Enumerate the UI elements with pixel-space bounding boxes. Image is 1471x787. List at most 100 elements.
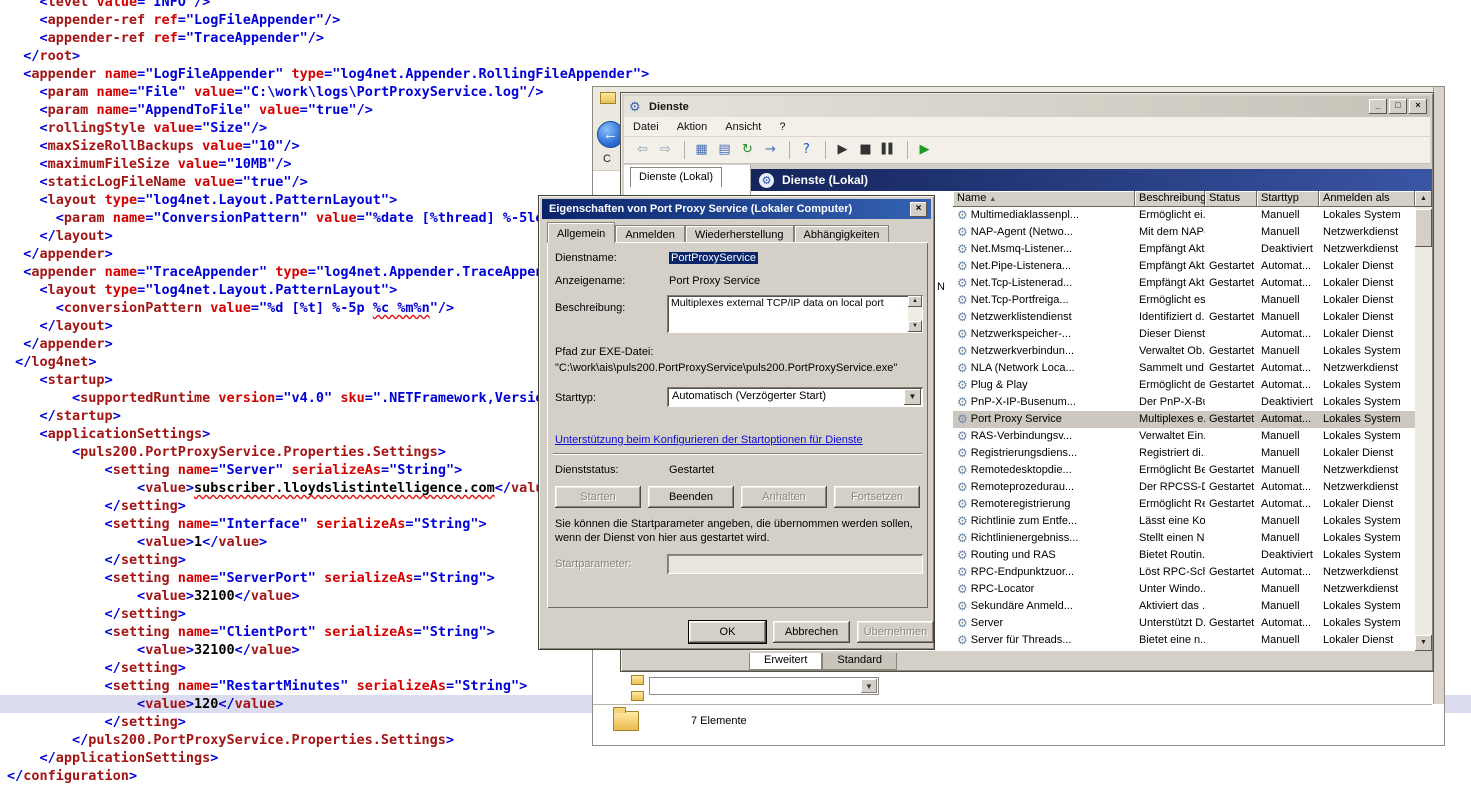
code-line[interactable]: </applicationSettings> [0,749,1471,767]
tab-anmelden[interactable]: Anmelden [615,225,685,243]
tab-dienste-lokal[interactable]: Dienste (Lokal) [630,167,722,187]
service-logon-as: Netzwerkdienst [1319,360,1415,377]
explorer-status-text: 7 Elemente [691,715,747,727]
column-header-starttyp[interactable]: Starttyp [1257,191,1319,207]
address-text-fragment: C [603,153,611,165]
tab-allgemein[interactable]: Allgemein [547,222,615,243]
divider [553,453,922,455]
menu-item[interactable]: ? [770,119,794,135]
service-name: Net.Msmq-Listener... [971,241,1072,258]
service-row[interactable]: ⚙Plug & PlayErmöglicht de...GestartetAut… [953,377,1415,394]
folder-icon [613,711,639,731]
code-line[interactable]: </configuration> [0,767,1471,785]
menu-item[interactable]: Ansicht [716,119,770,135]
ok-button[interactable]: OK [689,621,766,643]
service-description: Verwaltet Ob... [1135,343,1205,360]
service-row[interactable]: ⚙Richtlinie zum Entfe...Lässt eine Ko...… [953,513,1415,530]
service-row[interactable]: ⚙PnP-X-IP-Busenum...Der PnP-X-Bu...Deakt… [953,394,1415,411]
abbrechen-button[interactable]: Abbrechen [773,621,850,643]
code-line[interactable]: <appender-ref ref="LogFileAppender"/> [0,11,1471,29]
service-status: Gestartet [1205,411,1257,428]
service-row[interactable]: ⚙RemoteregistrierungErmöglicht Re...Gest… [953,496,1415,513]
column-header-status[interactable]: Status [1205,191,1257,207]
view-tab-standard[interactable]: Standard [822,653,897,670]
service-row[interactable]: ⚙NetzwerklistendienstIdentifiziert d...G… [953,309,1415,326]
service-row[interactable]: ⚙Remoteprozedurau...Der RPCSS-Di...Gesta… [953,479,1415,496]
forward-icon[interactable]: ⇨ [655,140,676,160]
textbox-scrollbar[interactable]: ▲ ▼ [908,296,922,332]
close-button[interactable]: × [910,202,927,217]
scrollbar-thumb[interactable] [1415,209,1432,247]
back-icon[interactable]: ⇦ [632,140,653,160]
service-row[interactable]: ⚙ServerUnterstützt D...GestartetAutomat.… [953,615,1415,632]
console-window-icon[interactable]: ▦ [691,140,712,160]
export-icon[interactable]: → [760,140,781,160]
starttyp-combobox[interactable]: Automatisch (Verzögerter Start) ▼ [667,387,923,407]
pause-service-icon[interactable]: ▌▌ [878,140,899,160]
close-button[interactable]: × [1409,99,1427,114]
service-row[interactable]: ⚙Server für Threads...Bietet eine n...Ma… [953,632,1415,649]
service-row[interactable]: ⚙Net.Tcp-Portfreiga...Ermöglicht es...Ma… [953,292,1415,309]
tab-abh-ngigkeiten[interactable]: Abhängigkeiten [794,225,890,243]
beenden-button[interactable]: Beenden [648,486,734,508]
service-row[interactable]: ⚙Net.Pipe-Listenera...Empfängt Akt...Ges… [953,258,1415,275]
service-starttype: Manuell [1257,598,1319,615]
start-service-icon[interactable]: ▶ [832,140,853,160]
service-row[interactable]: ⚙NAP-Agent (Netwo...Mit dem NAP-...Manue… [953,224,1415,241]
services-titlebar[interactable]: ⚙ Dienste _□× [624,96,1430,117]
service-description: Identifiziert d... [1135,309,1205,326]
service-row[interactable]: ⚙Netzwerkspeicher-...Dieser Dienst...Aut… [953,326,1415,343]
service-row[interactable]: ⚙RAS-Verbindungsv...Verwaltet Ein...Manu… [953,428,1415,445]
service-row[interactable]: ⚙NLA (Network Loca...Sammelt und ...Gest… [953,360,1415,377]
column-header-name[interactable]: Name▲ [953,191,1135,207]
service-row[interactable]: ⚙Multimediaklassenpl...Ermöglicht ei...M… [953,207,1415,224]
service-row[interactable]: ⚙Net.Msmq-Listener...Empfängt Akt...Deak… [953,241,1415,258]
column-header-anmelden-als[interactable]: Anmelden als [1319,191,1415,207]
vertical-scrollbar[interactable]: ▲ ▼ [1415,191,1432,651]
anzeigename-value: Port Proxy Service [669,275,760,287]
scroll-up-icon[interactable]: ▲ [908,296,922,307]
dropdown-arrow-icon[interactable]: ▼ [904,389,921,405]
refresh-icon[interactable]: ↻ [737,140,758,160]
stop-service-icon[interactable]: ■ [855,140,876,160]
service-row[interactable]: ⚙RPC-Endpunktzuor...Löst RPC-Sch...Gesta… [953,564,1415,581]
service-starttype: Manuell [1257,207,1319,224]
dialog-titlebar[interactable]: Eigenschaften von Port Proxy Service (Lo… [542,199,931,219]
service-row[interactable]: ⚙Remotedesktopdie...Ermöglicht Be...Gest… [953,462,1415,479]
code-line[interactable]: <appender-ref ref="TraceAppender"/> [0,29,1471,47]
service-row[interactable]: ⚙RPC-LocatorUnter Windo...ManuellNetzwer… [953,581,1415,598]
service-description: Ermöglicht de... [1135,377,1205,394]
code-line[interactable]: </root> [0,47,1471,65]
tab-wiederherstellung[interactable]: Wiederherstellung [685,225,794,243]
view-tab-erweitert[interactable]: Erweitert [749,653,822,670]
service-row[interactable]: ⚙Net.Tcp-Listenerad...Empfängt Akt...Ges… [953,275,1415,292]
service-row[interactable]: ⚙Registrierungsdiens...Registriert di...… [953,445,1415,462]
code-line[interactable]: <appender name="LogFileAppender" type="l… [0,65,1471,83]
service-row[interactable]: ⚙Port Proxy ServiceMultiplexes e...Gesta… [953,411,1415,428]
service-row[interactable]: ⚙Netzwerkverbindun...Verwaltet Ob...Gest… [953,343,1415,360]
service-row[interactable]: ⚙Sekundäre Anmeld...Aktiviert das ...Man… [953,598,1415,615]
service-logon-as: Netzwerkdienst [1319,564,1415,581]
restart-service-icon[interactable]: ▶ [914,140,935,160]
service-logon-as: Lokales System [1319,513,1415,530]
scroll-down-icon[interactable]: ▼ [908,321,922,332]
column-header-beschreibung[interactable]: Beschreibung [1135,191,1205,207]
startoptionen-help-link[interactable]: Unterstützung beim Konfigurieren der Sta… [555,434,863,446]
beschreibung-textbox[interactable]: Multiplexes external TCP/IP data on loca… [667,295,923,333]
menu-item[interactable]: Datei [624,119,668,135]
service-row[interactable]: ⚙Routing und RASBietet Routin...Deaktivi… [953,547,1415,564]
code-line[interactable]: <level value="INFO"/> [0,0,1471,11]
menu-item[interactable]: Aktion [668,119,717,135]
help-icon[interactable]: ? [796,140,817,160]
service-status [1205,598,1257,615]
maximize-button[interactable]: □ [1389,99,1407,114]
scroll-up-icon[interactable]: ▲ [1415,191,1432,207]
explorer-combobox[interactable]: ▼ [649,677,879,695]
minimize-button[interactable]: _ [1369,99,1387,114]
export-list-icon[interactable]: ▤ [714,140,735,160]
service-gear-icon: ⚙ [957,207,968,224]
service-row[interactable]: ⚙Richtlinienergebniss...Stellt einen N..… [953,530,1415,547]
dropdown-arrow-icon[interactable]: ▼ [861,679,877,693]
service-starttype: Automat... [1257,411,1319,428]
scroll-down-icon[interactable]: ▼ [1415,635,1432,651]
